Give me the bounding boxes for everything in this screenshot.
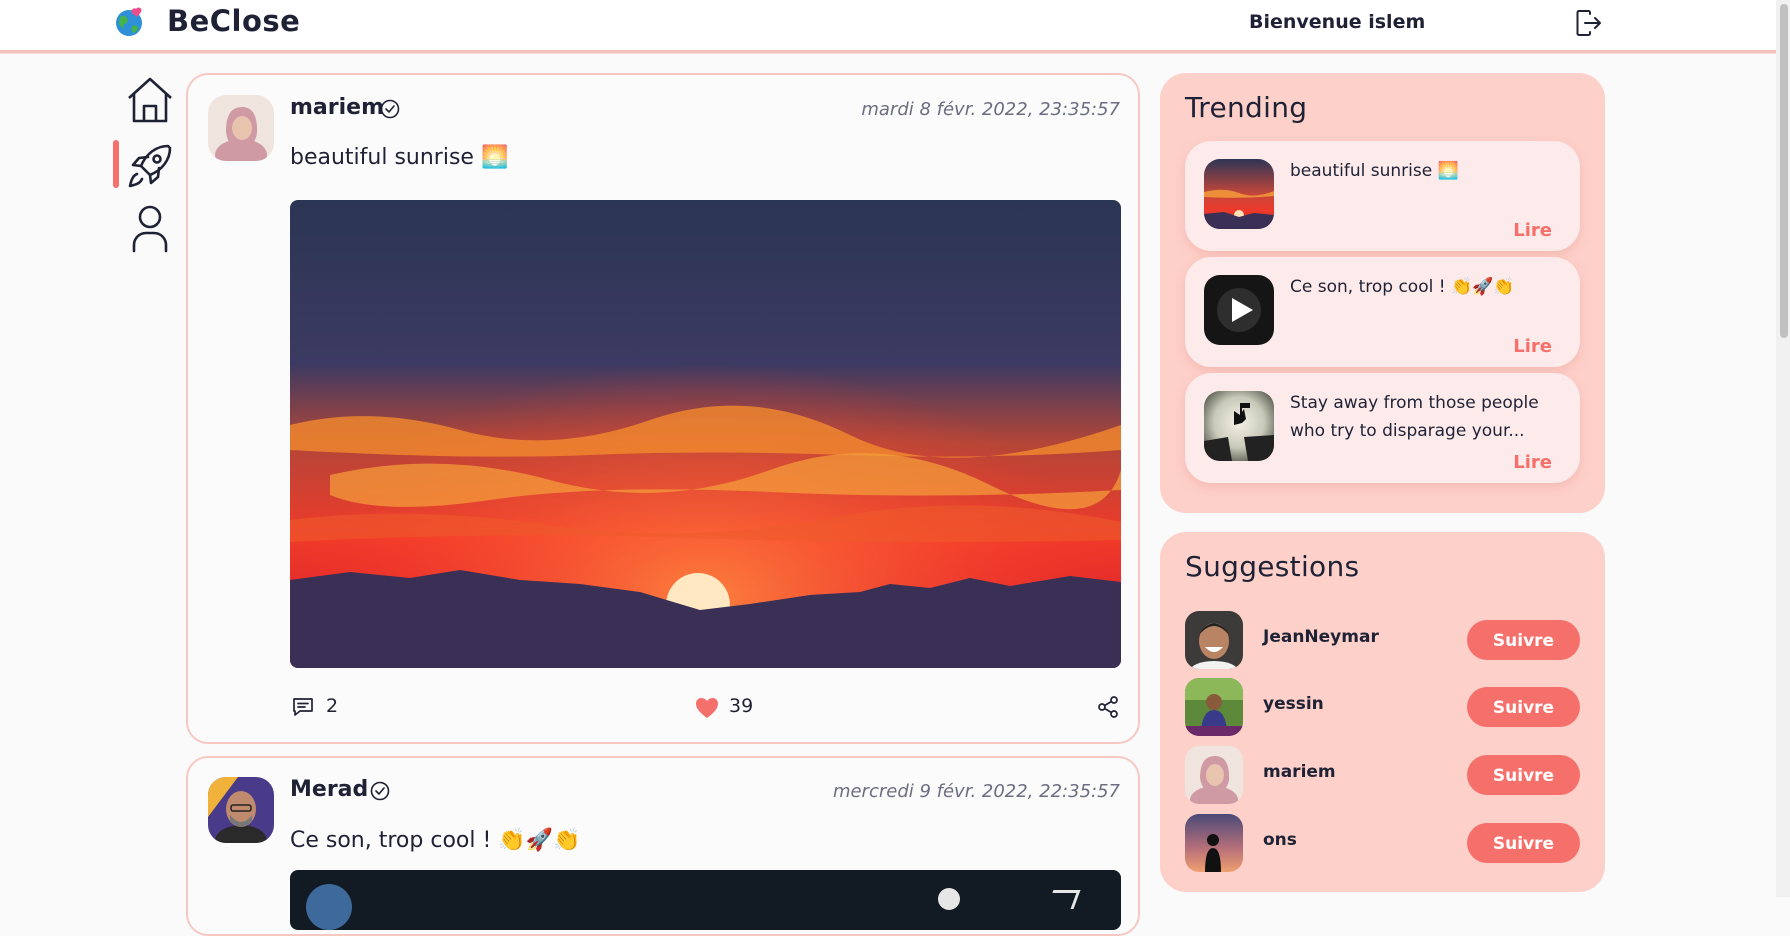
trending-thumbnail <box>1204 275 1274 345</box>
read-link[interactable]: Lire <box>1513 220 1552 241</box>
rocket-icon[interactable] <box>124 140 176 192</box>
suggestion-name[interactable]: ons <box>1263 830 1297 850</box>
post-image[interactable] <box>290 200 1121 668</box>
comment-icon[interactable] <box>292 696 314 718</box>
share-video-icon[interactable] <box>1046 890 1081 909</box>
scrollbar-thumb[interactable] <box>1780 4 1788 338</box>
trending-thumbnail <box>1204 159 1274 229</box>
trending-text: Ce son, trop cool ! 👏🚀👏 <box>1290 277 1515 297</box>
trending-thumbnail <box>1204 391 1274 461</box>
home-icon[interactable] <box>124 74 176 126</box>
suggestion-avatar[interactable] <box>1185 814 1243 872</box>
trending-item[interactable]: beautiful sunrise 🌅 Lire <box>1185 141 1580 251</box>
suggestion-name[interactable]: mariem <box>1263 762 1336 782</box>
globe-heart-logo-icon[interactable] <box>114 6 146 38</box>
suggestions-panel: Suggestions JeanNeymar Suivre yessin Sui… <box>1160 532 1605 892</box>
post-date: mercredi 9 févr. 2022, 22:35:57 <box>832 781 1120 802</box>
post-date: mardi 8 févr. 2022, 23:35:57 <box>861 99 1120 120</box>
brand-name[interactable]: BeClose <box>167 4 300 38</box>
post-card: mariem mardi 8 févr. 2022, 23:35:57 beau… <box>186 73 1140 744</box>
suggestion-item: yessin Suivre <box>1185 678 1580 736</box>
follow-button[interactable]: Suivre <box>1467 620 1580 660</box>
suggestion-name[interactable]: yessin <box>1263 694 1324 714</box>
post-video[interactable] <box>290 870 1121 930</box>
suggestion-item: JeanNeymar Suivre <box>1185 611 1580 669</box>
trending-panel: Trending beautiful sunrise 🌅 Lire Ce son… <box>1160 73 1605 513</box>
author-avatar[interactable] <box>208 95 274 161</box>
nav-active-indicator <box>113 140 119 188</box>
post-card: Merad mercredi 9 févr. 2022, 22:35:57 Ce… <box>186 756 1140 936</box>
verified-icon <box>370 781 390 801</box>
comment-count: 2 <box>326 695 339 717</box>
video-channel-avatar[interactable] <box>306 884 352 930</box>
trending-title: Trending <box>1185 91 1308 124</box>
suggestion-avatar[interactable] <box>1185 678 1243 736</box>
follow-button[interactable]: Suivre <box>1467 823 1580 863</box>
share-icon[interactable] <box>1096 695 1120 719</box>
read-link[interactable]: Lire <box>1513 452 1552 473</box>
top-bar: BeClose Bienvenue islem <box>0 0 1776 53</box>
post-text: beautiful sunrise 🌅 <box>290 145 509 170</box>
verified-icon <box>380 99 400 119</box>
logout-icon[interactable] <box>1574 9 1602 37</box>
user-icon[interactable] <box>124 203 176 255</box>
follow-button[interactable]: Suivre <box>1467 687 1580 727</box>
author-avatar[interactable] <box>208 777 274 843</box>
suggestion-avatar[interactable] <box>1185 746 1243 804</box>
trending-text: beautiful sunrise 🌅 <box>1290 161 1459 181</box>
welcome-message: Bienvenue islem <box>1249 11 1426 33</box>
suggestion-item: mariem Suivre <box>1185 746 1580 804</box>
trending-item[interactable]: Stay away from those people who try to d… <box>1185 373 1580 483</box>
watch-later-icon[interactable] <box>938 888 960 910</box>
like-count: 39 <box>729 695 754 717</box>
author-name[interactable]: mariem <box>290 95 384 120</box>
suggestion-name[interactable]: JeanNeymar <box>1263 627 1379 647</box>
trending-text: Stay away from those people who try to d… <box>1290 393 1539 441</box>
trending-item[interactable]: Ce son, trop cool ! 👏🚀👏 Lire <box>1185 257 1580 367</box>
author-name[interactable]: Merad <box>290 777 368 802</box>
suggestion-avatar[interactable] <box>1185 611 1243 669</box>
heart-icon[interactable] <box>695 697 719 719</box>
post-text: Ce son, trop cool ! 👏🚀👏 <box>290 828 581 853</box>
suggestion-item: ons Suivre <box>1185 814 1580 872</box>
read-link[interactable]: Lire <box>1513 336 1552 357</box>
suggestions-title: Suggestions <box>1185 550 1360 583</box>
follow-button[interactable]: Suivre <box>1467 755 1580 795</box>
